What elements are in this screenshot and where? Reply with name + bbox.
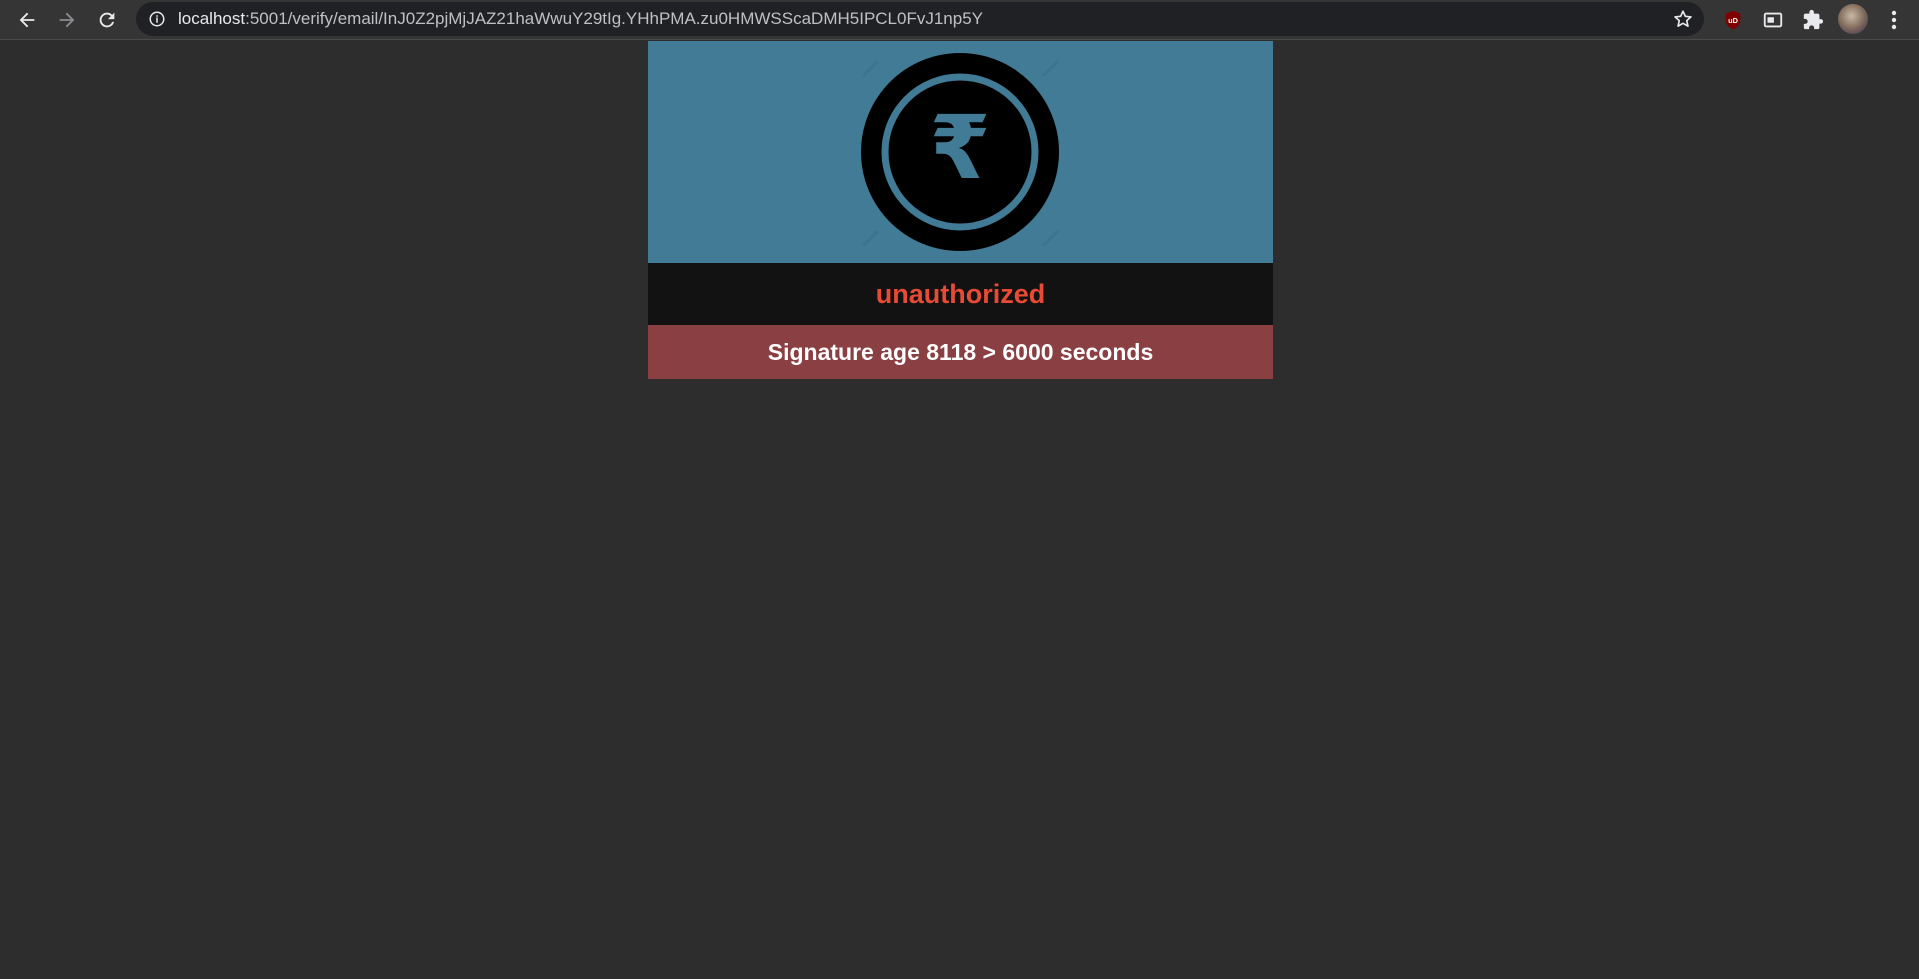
site-info-icon[interactable]: [148, 10, 166, 28]
hero-banner: ₹: [648, 41, 1273, 263]
media-panel-icon: [1763, 12, 1783, 28]
status-heading: unauthorized: [875, 278, 1046, 309]
extensions-puzzle-icon: [1803, 9, 1824, 30]
ublock-origin-icon: uD: [1725, 10, 1741, 30]
bookmark-star-icon[interactable]: [1672, 8, 1694, 30]
error-message-bar: Signature age 8118 > 6000 seconds: [648, 325, 1273, 379]
forward-button[interactable]: [51, 4, 83, 36]
back-button[interactable]: [11, 4, 43, 36]
extensions-button[interactable]: [1798, 5, 1828, 35]
url-host: localhost: [178, 9, 246, 28]
forward-arrow-icon: [59, 12, 75, 28]
status-bar: unauthorized: [648, 263, 1273, 325]
browser-menu-button[interactable]: [1880, 5, 1908, 35]
rupee-coin-logo: ₹: [861, 53, 1060, 251]
browser-toolbar: localhost:5001/verify/email/InJ0Z2pjMjJA…: [0, 0, 1919, 40]
reload-button[interactable]: [91, 4, 123, 36]
error-message: Signature age 8118 > 6000 seconds: [767, 338, 1154, 365]
ublock-origin-extension[interactable]: uD: [1718, 5, 1748, 35]
reload-icon: [99, 12, 115, 28]
profile-avatar[interactable]: [1838, 4, 1868, 34]
verification-card: ₹ unauthorized Signature age 8118 > 6000…: [648, 41, 1273, 379]
url-path: :5001/verify/email/InJ0Z2pjMjJAZ21haWwuY…: [245, 9, 984, 28]
kebab-menu-icon: [1891, 10, 1897, 30]
svg-text:uD: uD: [1728, 16, 1738, 25]
address-bar[interactable]: localhost:5001/verify/email/InJ0Z2pjMjJA…: [136, 2, 1704, 36]
url-text[interactable]: localhost:5001/verify/email/InJ0Z2pjMjJA…: [178, 2, 983, 36]
back-arrow-icon: [19, 12, 35, 28]
media-panel-button[interactable]: [1758, 5, 1788, 35]
rupee-symbol: ₹: [929, 96, 990, 199]
